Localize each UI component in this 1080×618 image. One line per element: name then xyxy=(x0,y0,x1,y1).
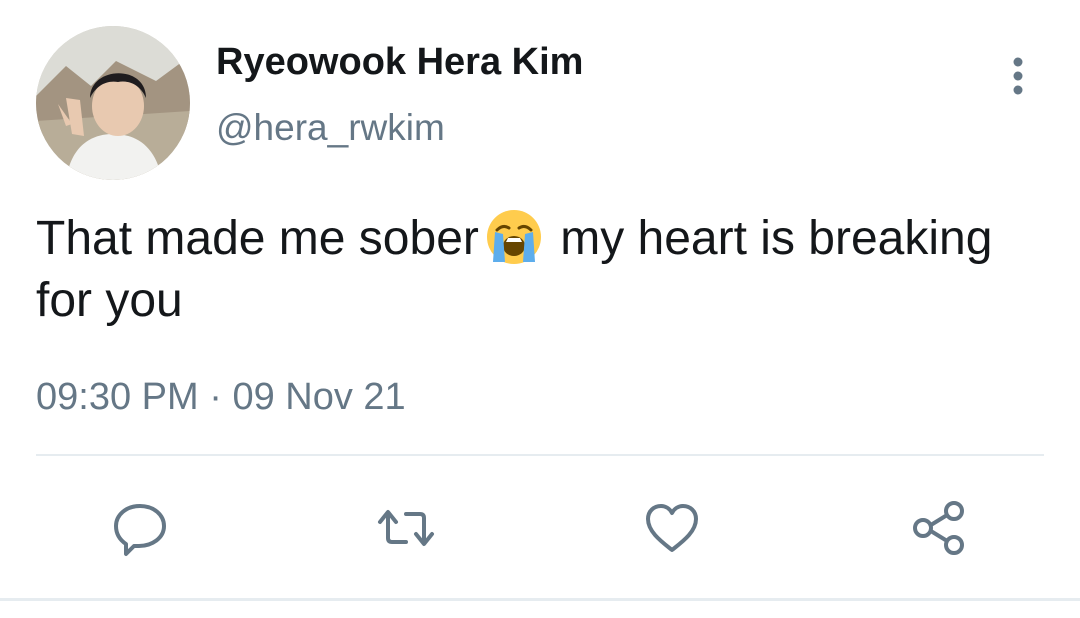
retweet-button[interactable] xyxy=(376,498,436,558)
bottom-divider xyxy=(0,598,1080,601)
divider xyxy=(36,454,1044,456)
tweet-text-before-emoji: That made me sober xyxy=(36,212,479,265)
share-button[interactable] xyxy=(908,498,968,558)
avatar[interactable] xyxy=(36,26,190,180)
profile-photo xyxy=(36,26,190,180)
tweet-timestamp[interactable]: 09:30 PM · 09 Nov 21 xyxy=(36,374,406,420)
retweet-icon xyxy=(378,510,434,546)
timestamp-separator: · xyxy=(198,376,233,418)
vertical-ellipsis-icon xyxy=(1013,57,1023,95)
like-button[interactable] xyxy=(642,498,702,558)
tweet-time: 09:30 PM xyxy=(36,376,199,418)
more-options-button[interactable] xyxy=(998,54,1038,98)
speech-bubble-icon xyxy=(114,504,166,556)
reply-button[interactable] xyxy=(110,498,170,558)
loudly-crying-face-icon xyxy=(485,208,543,266)
heart-icon xyxy=(646,504,698,552)
share-icon xyxy=(913,501,964,555)
tweet-date: 09 Nov 21 xyxy=(232,376,406,418)
display-name[interactable]: Ryeowook Hera Kim xyxy=(216,40,583,84)
user-handle[interactable]: @hera_rwkim xyxy=(216,106,445,150)
tweet-text: That made me sober my heart is breaking … xyxy=(36,208,1036,332)
